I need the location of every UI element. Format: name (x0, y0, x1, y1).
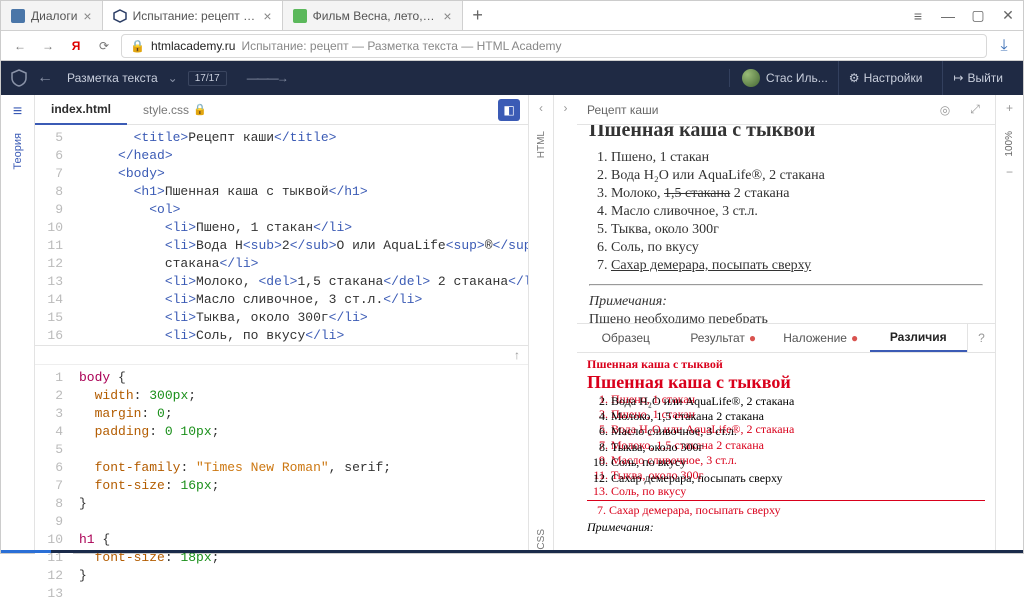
minimize-button[interactable]: — (933, 1, 963, 30)
yandex-button[interactable]: Я (65, 35, 87, 57)
diff-pane: Пшенная каша с тыквой Пшенная каша с тык… (577, 353, 995, 551)
list-item: Вода H₂O или AquaLife®, 2 стакана (611, 168, 983, 184)
new-tab-button[interactable]: + (463, 1, 493, 30)
plus-icon[interactable]: + (1006, 101, 1013, 115)
arrow-left-icon[interactable]: ‹ (539, 101, 543, 115)
list-item: Тыква, около 300г (611, 222, 983, 238)
help-button[interactable]: ? (967, 324, 995, 352)
target-icon[interactable]: ◎ (935, 103, 955, 117)
gutter: 56789101112131415161718 (35, 125, 73, 345)
exit-button[interactable]: ↦ Выйти (942, 61, 1013, 95)
browser-tab[interactable]: Фильм Весна, лето, осень, зи × (283, 1, 463, 30)
app-toolbar: ← Разметка текста ⌄ 17/17 ———→ Стас Иль.… (1, 61, 1023, 95)
tab-overlay[interactable]: Наложение● (772, 324, 870, 352)
url-host: htmlacademy.ru (151, 39, 235, 53)
nav-forward-button[interactable]: → (37, 35, 59, 57)
gutter: 12345678910111213 (35, 365, 73, 607)
url-rest: Испытание: рецепт — Разметка текста — HT… (241, 39, 561, 53)
editor-rail: ‹ HTML CSS (529, 95, 553, 550)
more-icon[interactable]: ≡ (903, 1, 933, 30)
tab-label: Испытание: рецепт — Разме (133, 9, 258, 23)
minus-icon[interactable]: − (1006, 165, 1013, 179)
browser-tab[interactable]: Испытание: рецепт — Разме × (103, 1, 283, 30)
tab-diff[interactable]: Различия (870, 324, 968, 352)
list-item: Масло сливочное, 3 ст.л. (611, 204, 983, 220)
right-rail: + 100% − (995, 95, 1023, 550)
vk-icon (11, 9, 25, 23)
css-editor[interactable]: 12345678910111213 body { width: 300px; m… (35, 365, 528, 607)
theory-tab[interactable]: Теория (12, 133, 24, 170)
lock-icon: 🔒 (193, 103, 207, 116)
tab-result[interactable]: Результат● (675, 324, 773, 352)
nav-next-icon[interactable]: ———→ (247, 71, 287, 85)
preview-header: ◎ ⤢ (577, 95, 995, 125)
course-title[interactable]: Разметка текста (67, 71, 158, 85)
arrow-right-icon[interactable]: › (564, 101, 568, 115)
zoom-level: 100% (1004, 131, 1015, 157)
gear-icon: ⚙ (849, 71, 860, 85)
chevron-down-icon[interactable]: ⌄ (168, 71, 178, 85)
recipe-list: Пшено, 1 стакан Вода H₂O или AquaLife®, 2… (589, 150, 983, 274)
menu-icon[interactable]: ≡ (13, 103, 22, 121)
code-body[interactable]: body { width: 300px; margin: 0; padding:… (73, 365, 528, 607)
code-body[interactable]: <title>Рецепт каши</title> </head> <body… (73, 125, 528, 345)
logout-icon: ↦ (953, 71, 963, 85)
settings-button[interactable]: ⚙ Настройки (838, 61, 933, 95)
preview-h1: Пшенная каша с тыквой (589, 125, 983, 142)
url-field[interactable]: 🔒 htmlacademy.ru Испытание: рецепт — Раз… (121, 34, 987, 58)
reload-button[interactable]: ⟳ (93, 35, 115, 57)
expand-icon[interactable]: ⤢ (965, 102, 985, 117)
tab-sample[interactable]: Образец (577, 324, 675, 352)
avatar (742, 69, 760, 87)
kinopoisk-icon (293, 9, 307, 23)
html-editor[interactable]: 56789101112131415161718 <title>Рецепт ка… (35, 125, 528, 345)
close-icon[interactable]: × (443, 8, 451, 24)
list-item: Соль, по вкусу (611, 240, 983, 256)
notes-header: Примечания: (589, 294, 983, 310)
result-tabs: Образец Результат● Наложение● Различия ? (577, 323, 995, 353)
list-item: Сахар демерара, посыпать сверху (611, 258, 983, 274)
os-taskbar (1, 550, 1023, 553)
browser-tabbar: Диалоги × Испытание: рецепт — Разме × Фи… (1, 1, 1023, 31)
maximize-button[interactable]: ▢ (963, 1, 993, 30)
preview-rail: › (553, 95, 577, 550)
collapse-icon[interactable]: ↑ (514, 348, 520, 362)
progress-badge: 17/17 (188, 71, 227, 86)
list-item: Молоко, 1,5 стакана 2 стакана (611, 186, 983, 202)
download-icon[interactable]: ⤓ (993, 35, 1015, 57)
close-icon[interactable]: × (83, 8, 91, 24)
nav-prev-icon[interactable]: ← (37, 69, 53, 87)
tab-label: Диалоги (31, 9, 77, 23)
htmlacademy-icon (113, 9, 127, 23)
editor-tabs: index.html style.css🔒 ◧ (35, 95, 528, 125)
nav-back-button[interactable]: ← (9, 35, 31, 57)
tab-index-html[interactable]: index.html (35, 95, 127, 125)
left-rail: ≡ Теория (1, 95, 35, 550)
window-close-button[interactable]: ✕ (993, 1, 1023, 30)
shield-icon (11, 69, 27, 87)
tab-label: Фильм Весна, лето, осень, зи (313, 9, 438, 23)
username: Стас Иль... (766, 71, 828, 85)
browser-tab[interactable]: Диалоги × (1, 1, 103, 30)
preview-title-field[interactable] (587, 99, 925, 121)
address-bar: ← → Я ⟳ 🔒 htmlacademy.ru Испытание: реце… (1, 31, 1023, 61)
user-menu[interactable]: Стас Иль... (729, 69, 828, 87)
tab-style-css[interactable]: style.css🔒 (127, 95, 223, 125)
list-item: Пшено, 1 стакан (611, 150, 983, 166)
layout-toggle-button[interactable]: ◧ (498, 99, 520, 121)
lock-icon: 🔒 (130, 39, 145, 53)
close-icon[interactable]: × (263, 8, 271, 24)
preview-pane: Пшенная каша с тыквой Пшено, 1 стакан Вод… (577, 125, 995, 323)
